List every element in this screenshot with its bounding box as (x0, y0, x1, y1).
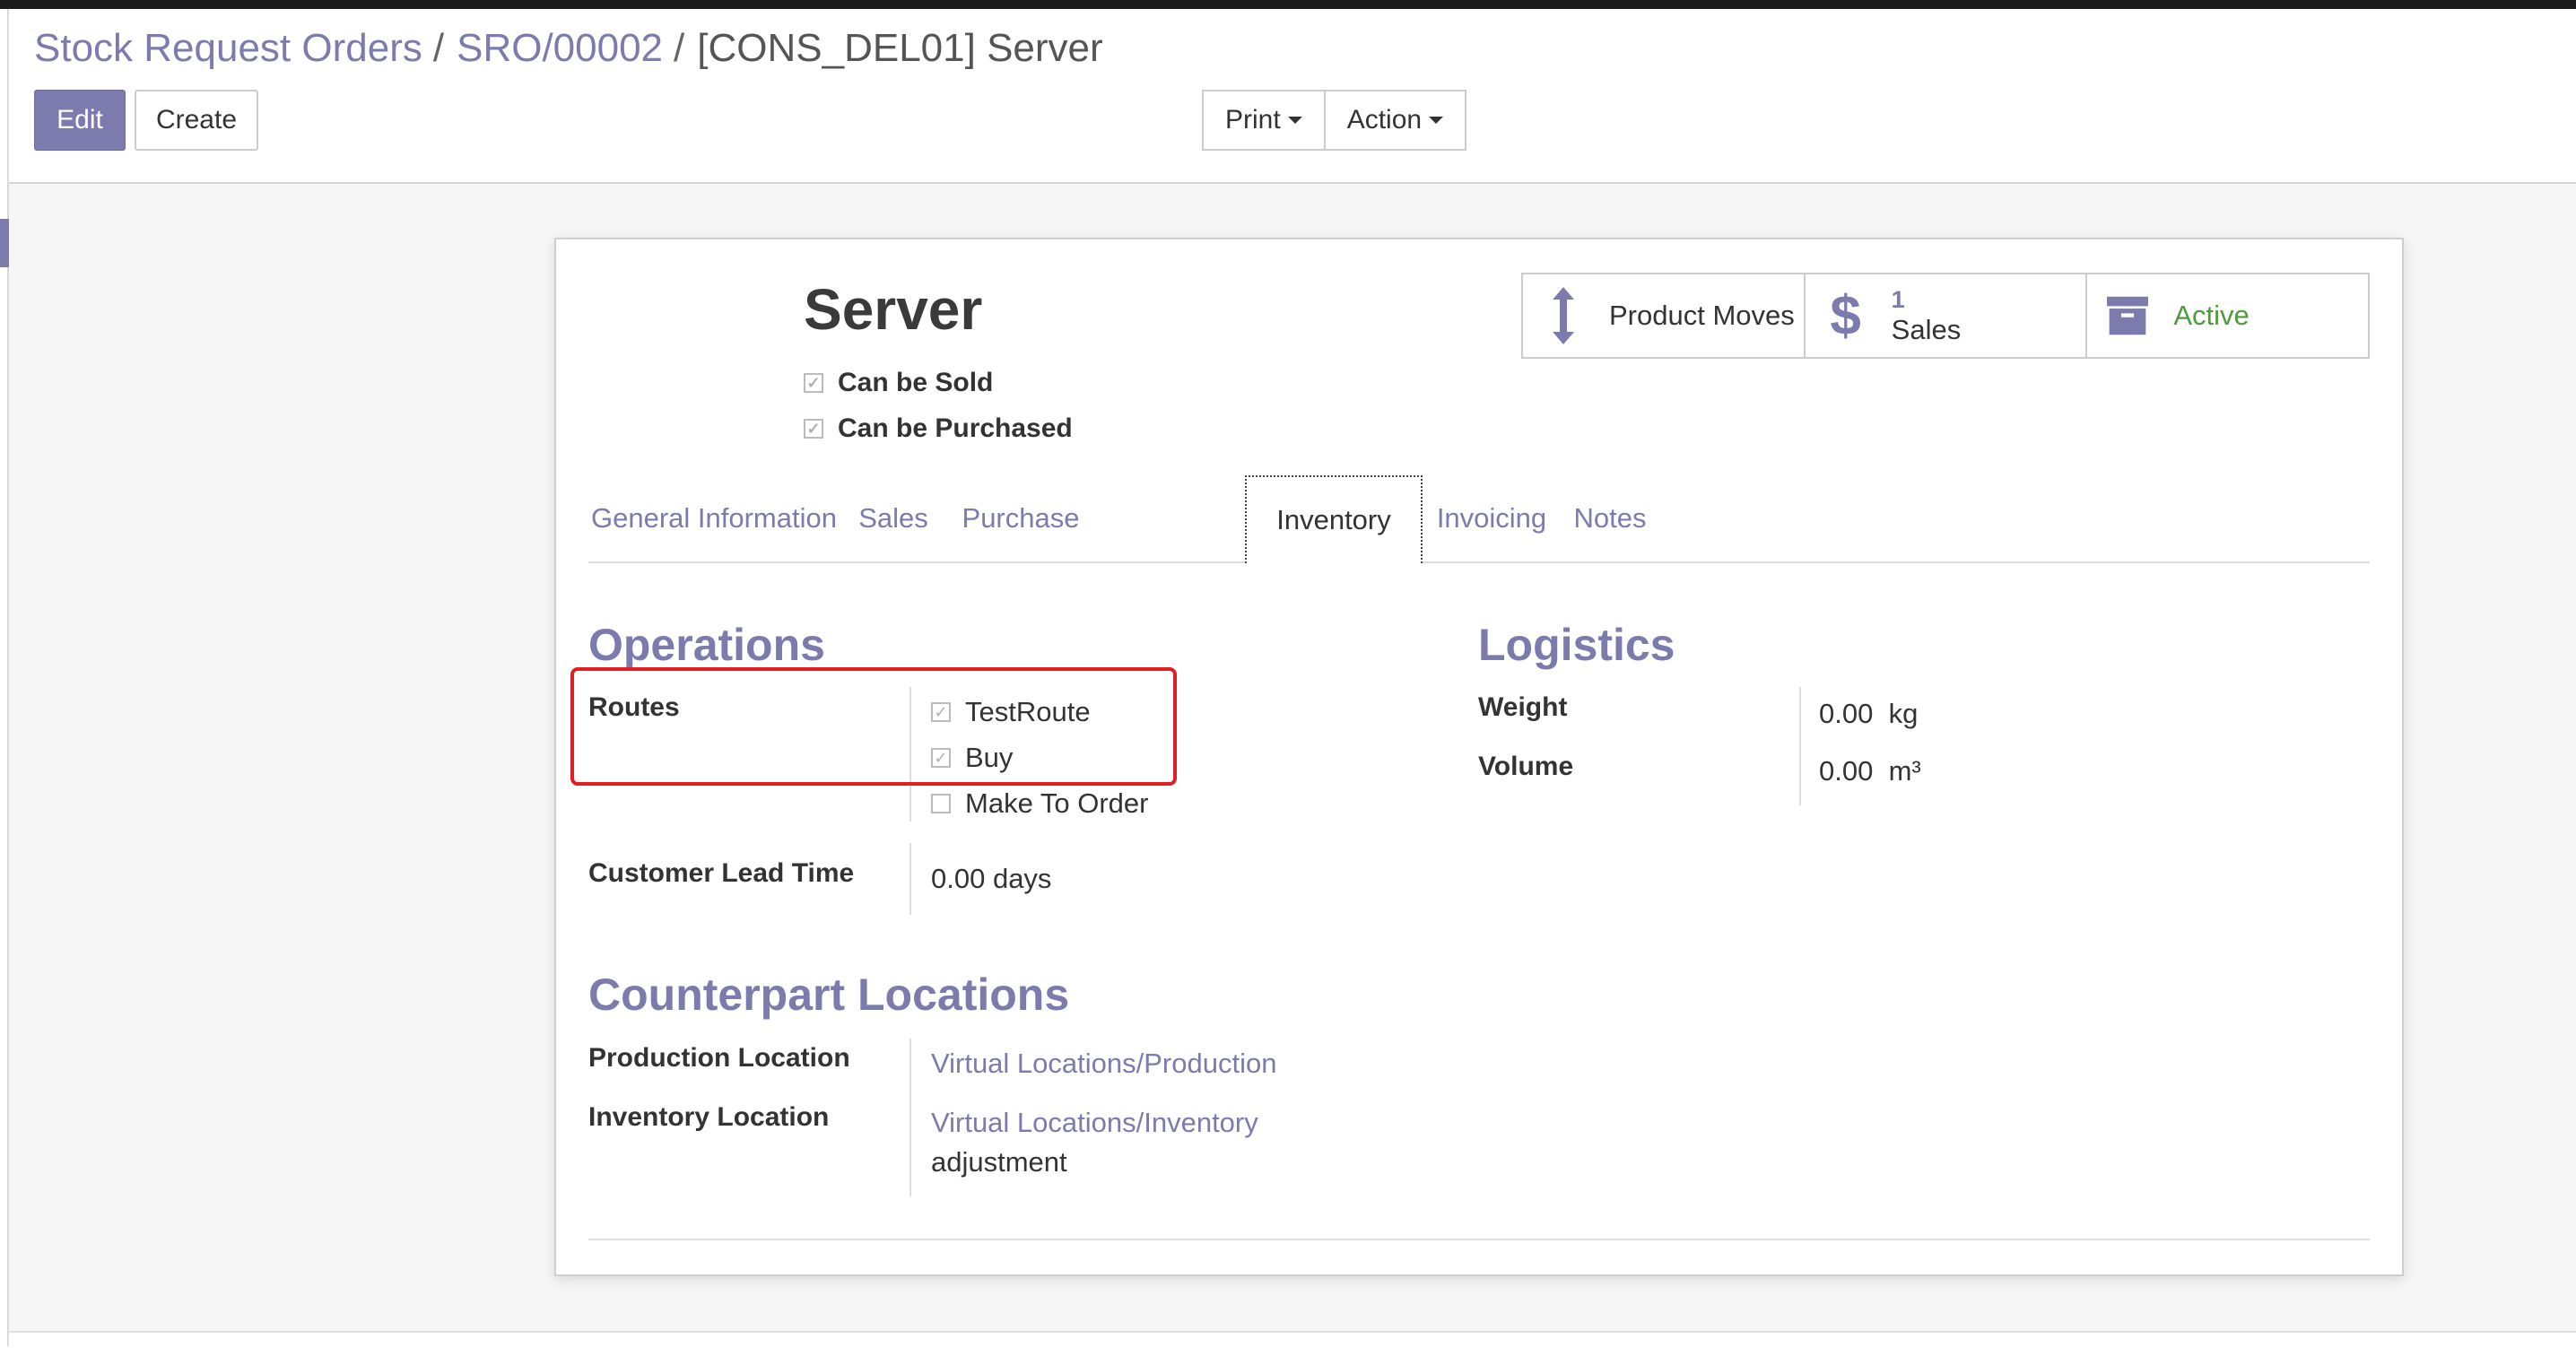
checkbox-icon[interactable]: ✓ (804, 419, 823, 439)
can-be-sold-field: ✓ Can be Sold (804, 368, 993, 398)
product-moves-button[interactable]: Product Moves (1523, 274, 1804, 357)
notebook-tabs: General Information Sales Purchase Inven… (588, 475, 2370, 563)
operations-heading: Operations (588, 620, 825, 670)
print-label: Print (1225, 105, 1281, 135)
create-button[interactable]: Create (135, 90, 258, 151)
active-label: Active (2173, 300, 2250, 331)
caret-down-icon (1287, 117, 1302, 124)
caret-down-icon (1429, 117, 1444, 124)
sales-count: 1 (1891, 285, 1905, 313)
counterpart-locations-heading: Counterpart Locations (588, 970, 1070, 1020)
tab-purchase[interactable]: Purchase (947, 475, 1094, 561)
action-dropdown-button[interactable]: Action (1325, 90, 1467, 151)
weight-label: Weight (1478, 692, 1568, 722)
sheet-divider (588, 1239, 2370, 1240)
tab-sales[interactable]: Sales (840, 475, 947, 561)
production-location-label: Production Location (588, 1043, 850, 1073)
route-make-to-order: Make To Order (931, 787, 1148, 820)
breadcrumb-sro[interactable]: SRO/00002 (457, 26, 663, 70)
top-bar (0, 0, 2576, 9)
customer-lead-time-value[interactable]: 0.00 days (931, 863, 1051, 895)
highlight-box (570, 667, 1177, 786)
field-divider (1799, 687, 1801, 805)
sales-button[interactable]: $ 1 Sales (1803, 274, 2086, 357)
content-bottom (9, 1331, 2576, 1348)
weight-unit: kg (1888, 698, 1919, 729)
edit-button[interactable]: Edit (34, 90, 126, 151)
volume-value: 0.00 (1819, 755, 1874, 787)
action-button-group: Print Action (1202, 90, 1467, 151)
vertical-arrows-icon (1543, 287, 1584, 344)
product-name: Server (804, 277, 983, 342)
breadcrumb-current: [CONS_DEL01] Server (697, 26, 1103, 70)
checkbox-icon[interactable]: ✓ (804, 373, 823, 393)
can-be-purchased-label: Can be Purchased (838, 413, 1073, 443)
route-label: Make To Order (965, 787, 1149, 819)
tab-invoicing[interactable]: Invoicing (1423, 475, 1561, 561)
breadcrumb: Stock Request Orders / SRO/00002/[CONS_DEL… (34, 25, 1103, 73)
can-be-sold-label: Can be Sold (838, 368, 994, 397)
inventory-location-label: Inventory Location (588, 1102, 830, 1132)
inventory-location-link-line2[interactable]: adjustment (931, 1146, 1067, 1178)
archive-icon (2107, 287, 2149, 344)
can-be-purchased-field: ✓ Can be Purchased (804, 413, 1073, 444)
field-divider (909, 843, 911, 915)
action-label: Action (1346, 105, 1423, 135)
sales-label: Sales (1891, 313, 1962, 345)
breadcrumb-separator: / (674, 26, 685, 70)
volume-unit: m³ (1888, 755, 1921, 787)
production-location-link[interactable]: Virtual Locations/Production (931, 1048, 1276, 1080)
dollar-icon: $ (1830, 284, 1861, 347)
volume-label: Volume (1478, 752, 1574, 781)
weight-field[interactable]: 0.00 kg (1819, 698, 1918, 730)
tab-general-information[interactable]: General Information (588, 475, 840, 561)
left-accent (0, 219, 9, 267)
volume-field[interactable]: 0.00 m³ (1819, 755, 1921, 787)
print-dropdown-button[interactable]: Print (1202, 90, 1326, 151)
inventory-location-link[interactable]: Virtual Locations/Inventory (931, 1107, 1258, 1139)
smart-button-box: Product Moves $ 1 Sales Active (1521, 273, 2370, 359)
tab-inventory[interactable]: Inventory (1245, 475, 1423, 563)
tab-notes[interactable]: Notes (1561, 475, 1659, 561)
customer-lead-time-label: Customer Lead Time (588, 858, 855, 888)
breadcrumb-stock-request-orders[interactable]: Stock Request Orders (34, 26, 422, 70)
checkbox-icon[interactable] (931, 794, 951, 813)
product-moves-label: Product Moves (1609, 300, 1795, 331)
active-toggle-button[interactable]: Active (2085, 274, 2368, 357)
weight-value: 0.00 (1819, 698, 1874, 729)
logistics-heading: Logistics (1478, 620, 1675, 670)
breadcrumb-separator: / (432, 26, 445, 70)
field-divider (909, 1039, 911, 1196)
